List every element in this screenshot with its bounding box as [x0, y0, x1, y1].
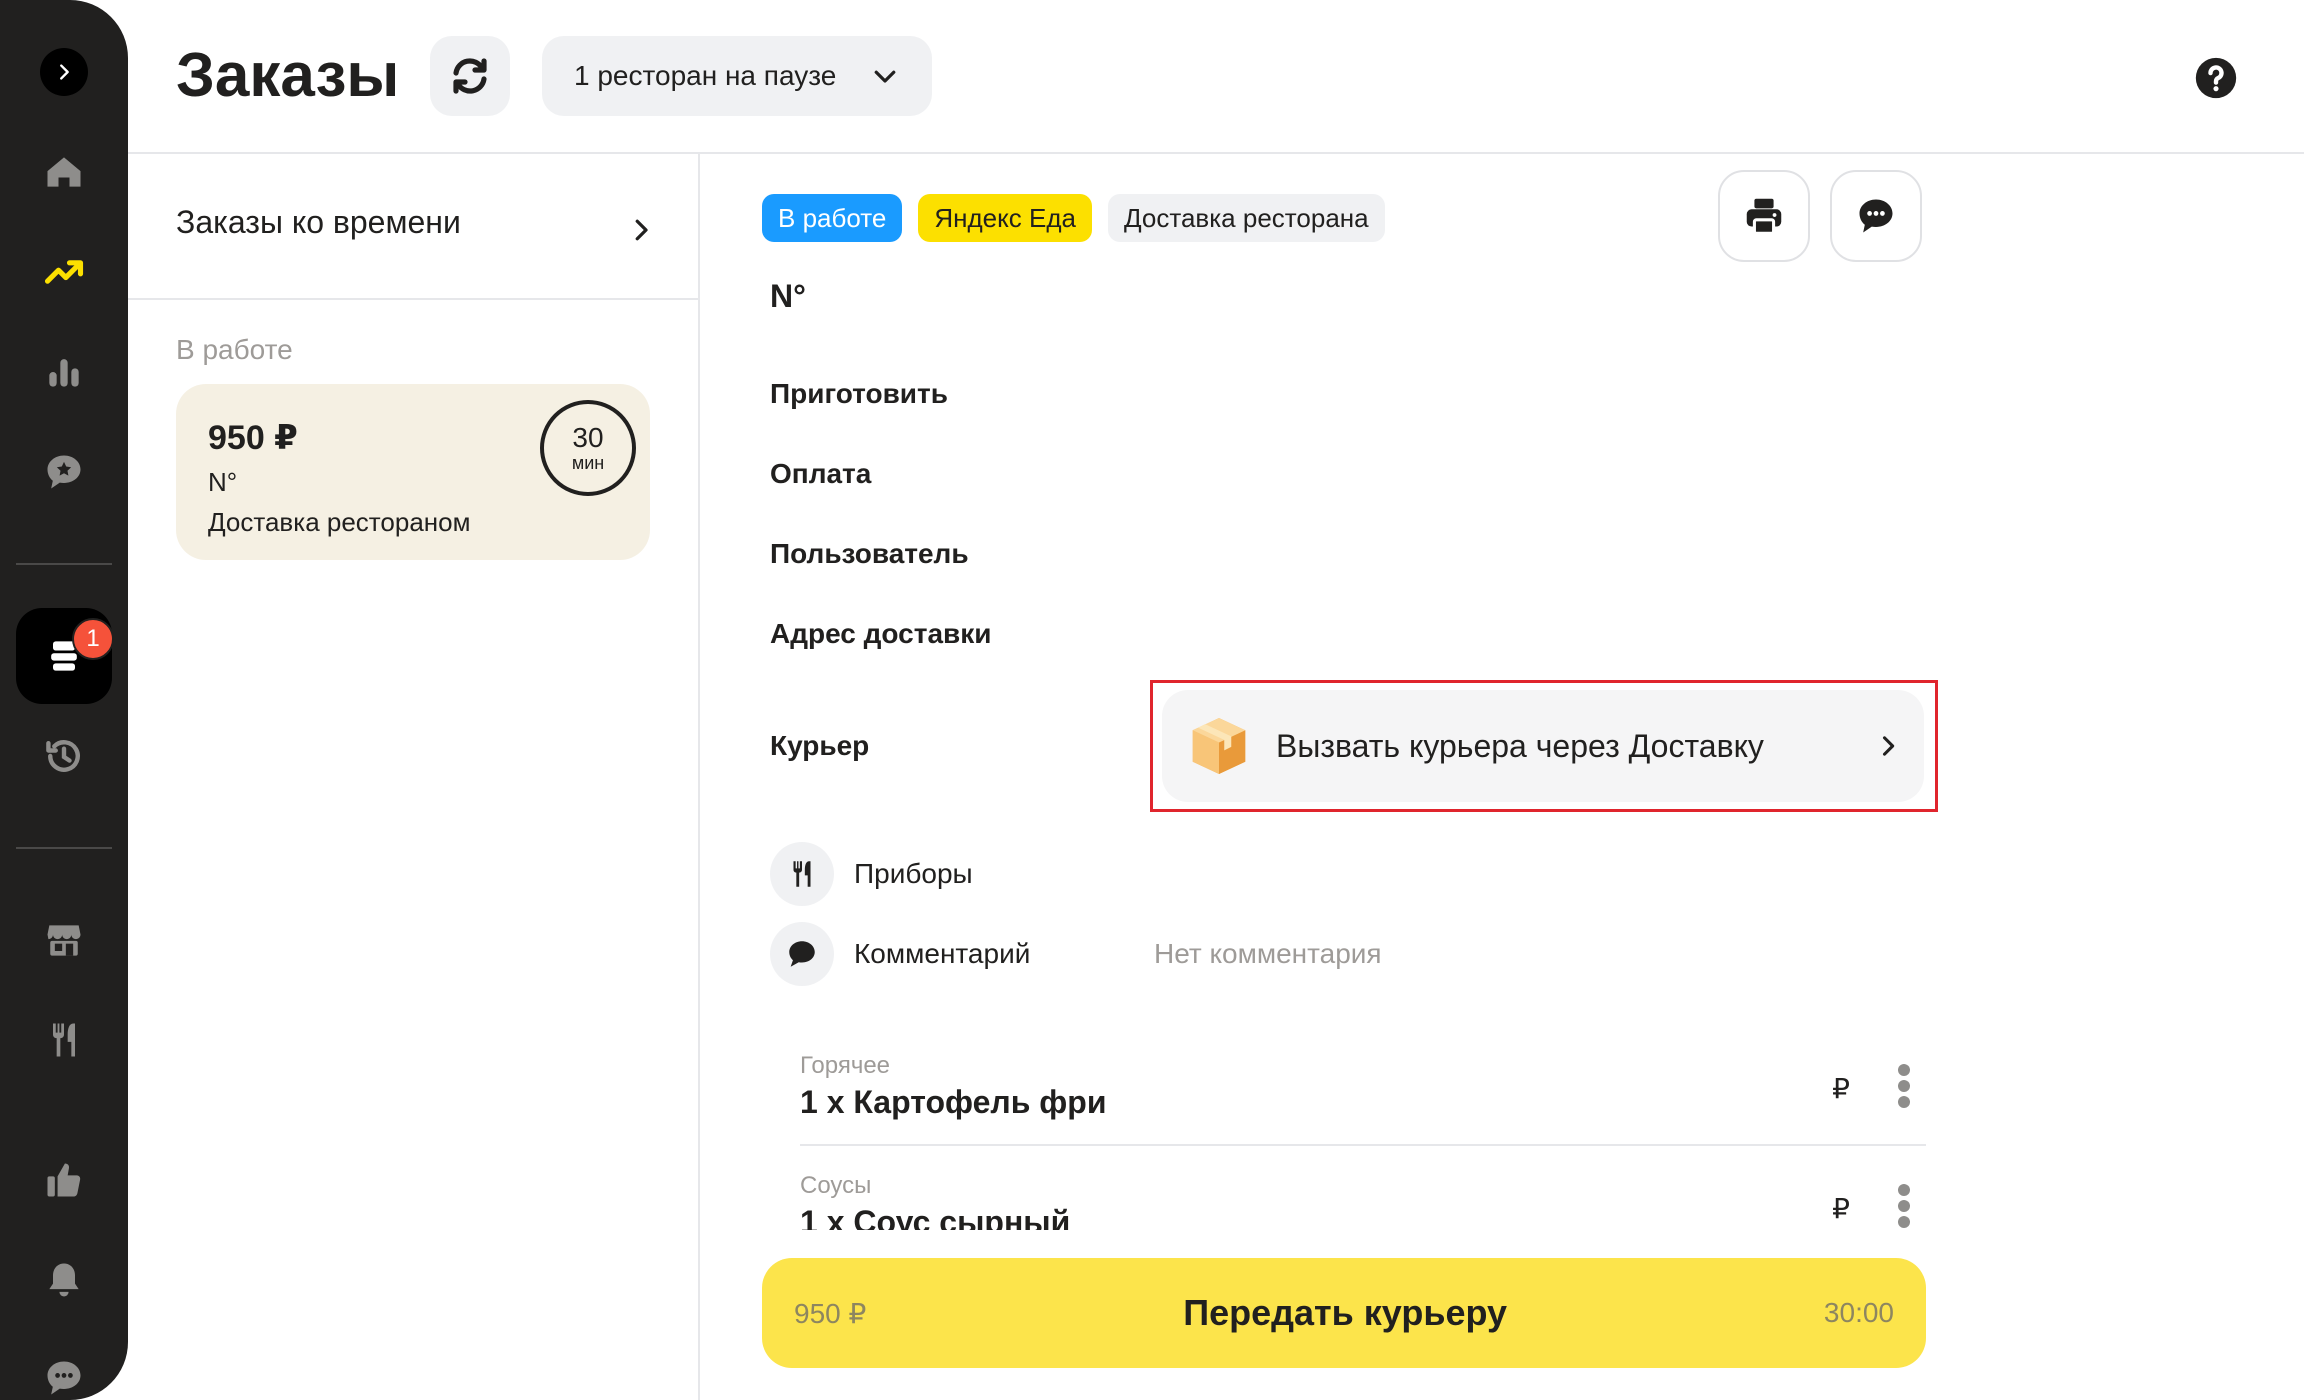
delivery-box-icon	[1192, 718, 1246, 774]
hand-to-courier-button[interactable]: 950 ₽ Передать курьеру 30:00	[762, 1258, 1926, 1368]
bell-icon	[49, 1263, 79, 1297]
item-category: Соусы	[800, 1172, 872, 1199]
trending-up-icon	[44, 260, 84, 284]
sidebar-item-menu[interactable]	[16, 992, 112, 1088]
page-title: Заказы	[176, 41, 400, 110]
orders-badge: 1	[72, 618, 114, 660]
left-divider	[128, 298, 698, 300]
item-name: 1 x Картофель фри	[800, 1084, 1107, 1120]
refresh-icon	[453, 58, 487, 94]
timed-orders-label: Заказы ко времени	[176, 203, 461, 240]
chevron-right-icon	[60, 64, 69, 80]
field-label-courier: Курьер	[770, 730, 870, 761]
sidebar-item-feedback[interactable]	[16, 1132, 112, 1228]
more-vertical-icon[interactable]	[1896, 1184, 1912, 1228]
timer-unit: мин	[571, 453, 605, 473]
sidebar-item-store[interactable]	[16, 892, 112, 988]
store-icon	[47, 925, 81, 956]
order-card-delivery-type: Доставка рестораном	[208, 507, 471, 537]
home-icon	[47, 157, 81, 187]
cutlery-icon	[53, 1023, 75, 1057]
column-divider	[698, 154, 700, 1400]
field-label-payment: Оплата	[770, 458, 872, 489]
call-courier-label: Вызвать курьера через Доставку	[1276, 727, 1764, 764]
help-icon[interactable]	[2194, 56, 2238, 100]
sidebar-item-statistics[interactable]	[16, 324, 112, 420]
chat-button[interactable]	[1830, 170, 1922, 262]
sidebar-item-home[interactable]	[16, 124, 112, 220]
timed-orders-link[interactable]: Заказы ко времени	[176, 182, 656, 262]
chat-icon	[47, 1361, 81, 1395]
sidebar-divider	[16, 563, 112, 565]
sidebar-item-notifications[interactable]	[16, 1232, 112, 1328]
restaurant-pause-select[interactable]: 1 ресторан на паузе	[542, 36, 932, 116]
item-price: ₽	[1832, 1193, 1850, 1224]
comment-icon	[789, 941, 815, 967]
sidebar: 1	[0, 0, 128, 1400]
call-courier-button[interactable]: Вызвать курьера через Доставку	[1162, 690, 1924, 802]
comment-value: Нет комментария	[1154, 938, 1382, 969]
chevron-down-icon	[874, 70, 896, 83]
order-card[interactable]: 950 ₽ N° Доставка рестораном 30 мин	[176, 384, 650, 560]
sidebar-item-reviews[interactable]	[16, 424, 112, 520]
order-item-row: Соусы 1 x Соус сырный ₽	[800, 1170, 1926, 1230]
pause-select-label: 1 ресторан на паузе	[574, 60, 837, 91]
refresh-button[interactable]	[430, 36, 510, 116]
timer-value: 30	[572, 422, 604, 453]
section-label-in-progress: В работе	[176, 334, 293, 365]
sidebar-item-analytics-trend[interactable]	[16, 224, 112, 320]
item-name: 1 x Соус сырный	[800, 1204, 1071, 1230]
sidebar-item-history[interactable]	[16, 708, 112, 804]
field-label-cook: Приготовить	[770, 378, 948, 409]
comment-label: Комментарий	[854, 938, 1031, 969]
cutlery-badge	[770, 842, 834, 906]
more-vertical-icon[interactable]	[1896, 1064, 1912, 1108]
sidebar-item-support[interactable]	[16, 1330, 112, 1400]
order-card-timer: 30 мин	[540, 400, 636, 496]
bar-chart-icon	[49, 359, 79, 387]
print-button[interactable]	[1718, 170, 1810, 262]
cutlery-icon	[793, 861, 811, 887]
tag-service: Яндекс Еда	[918, 194, 1092, 242]
tag-delivery: Доставка ресторана	[1107, 194, 1385, 242]
cutlery-label: Приборы	[854, 858, 973, 889]
cta-label: Передать курьеру	[1183, 1292, 1508, 1333]
chat-icon	[1859, 199, 1893, 233]
order-tags: В работе Яндекс Еда Доставка ресторана	[762, 194, 1385, 242]
tag-status: В работе	[762, 194, 903, 242]
sidebar-divider	[16, 847, 112, 849]
printer-icon	[1746, 198, 1782, 235]
cta-sum: 950 ₽	[794, 1297, 867, 1329]
sidebar-toggle-button[interactable]	[40, 48, 88, 96]
history-icon	[46, 740, 80, 772]
comment-badge	[770, 922, 834, 986]
star-chat-icon	[47, 455, 81, 489]
header-divider	[128, 152, 2304, 154]
item-price: ₽	[1832, 1073, 1850, 1104]
item-divider	[800, 1144, 1926, 1146]
field-label-address: Адрес доставки	[770, 618, 992, 649]
order-number: N°	[770, 278, 806, 314]
cta-time: 30:00	[1823, 1297, 1894, 1328]
field-label-user: Пользователь	[770, 538, 969, 569]
order-item-row: Горячее 1 x Картофель фри ₽	[800, 1050, 1926, 1140]
chevron-right-icon	[635, 219, 648, 241]
chevron-right-icon	[1882, 736, 1895, 756]
item-category: Горячее	[800, 1052, 891, 1079]
thumbs-up-icon	[47, 1163, 81, 1197]
